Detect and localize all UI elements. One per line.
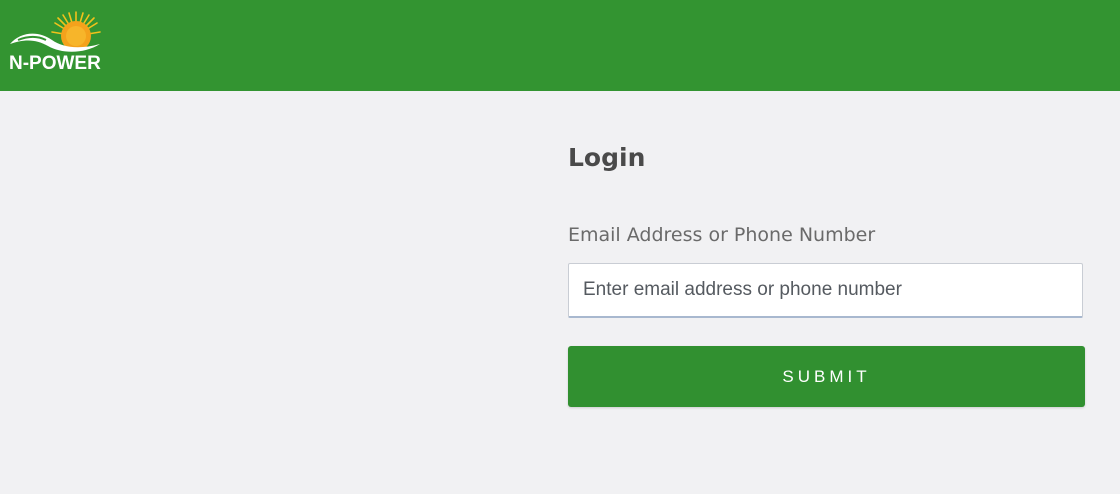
login-panel: Login Email Address or Phone Number SUBM… <box>568 140 1086 407</box>
sun-swoosh-logo-icon <box>10 11 101 52</box>
email-phone-label: Email Address or Phone Number <box>568 224 876 246</box>
email-phone-input[interactable] <box>568 263 1083 318</box>
top-header: N-POWER <box>0 0 1120 91</box>
logo-text: N-POWER <box>9 53 101 74</box>
submit-button[interactable]: SUBMIT <box>568 346 1085 407</box>
npower-logo[interactable]: N-POWER <box>8 10 104 74</box>
login-title: Login <box>568 143 646 172</box>
